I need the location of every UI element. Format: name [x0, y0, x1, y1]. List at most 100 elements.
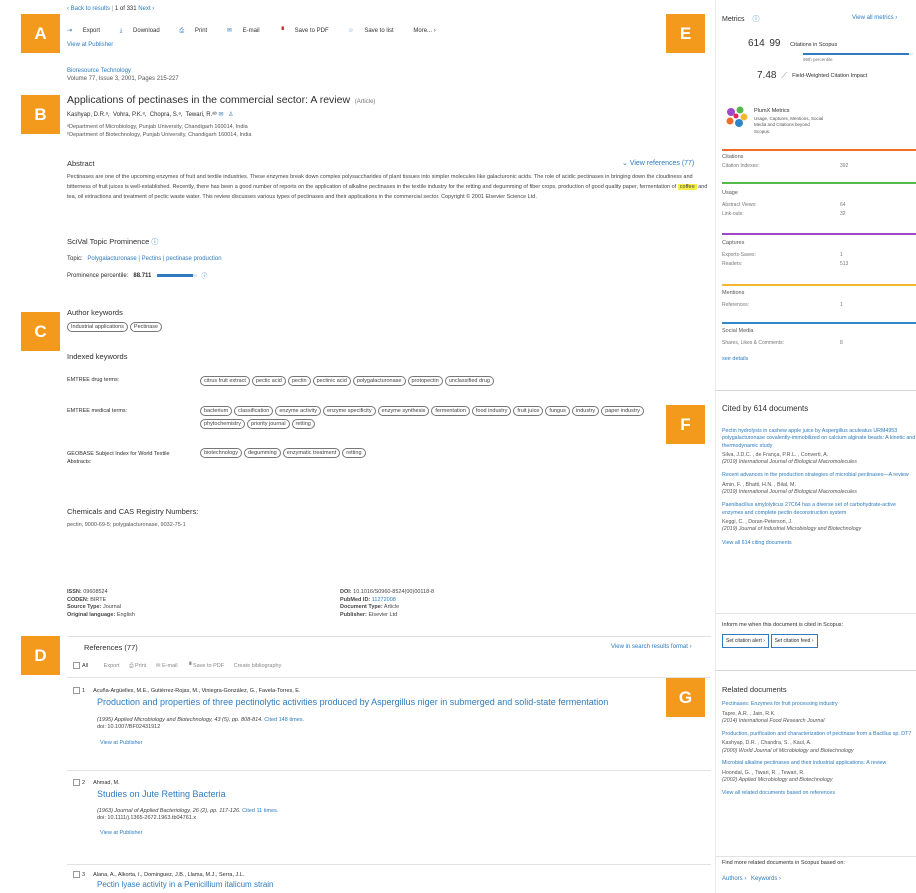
authors-row: Kashyap, D.R.ᵃ, Vohra, P.K.ᵃ, Chopra, S.… — [67, 111, 234, 118]
create-bibliography-button[interactable]: Create bibliography — [234, 663, 282, 669]
keyword-tag[interactable]: polygalacturonase — [352, 376, 406, 386]
keyword-tag[interactable]: fermentation — [431, 406, 470, 416]
keyword-tag[interactable]: enzymatic treatment — [282, 448, 341, 458]
citing-doc-title[interactable]: Recent advances in the production strate… — [722, 472, 916, 479]
see-details-link[interactable]: see details — [722, 356, 748, 362]
pubmed-link[interactable]: 11272008 — [372, 597, 396, 603]
reference-doi: doi: 10.1111/j.1365-2672.1963.tb04761.x — [97, 815, 197, 821]
divider — [716, 670, 916, 671]
info-icon[interactable]: ⓘ — [201, 271, 207, 280]
print-icon: ⎙ — [129, 662, 134, 669]
citing-doc-title[interactable]: Pectin hydrolysis in cashew apple juice … — [722, 428, 916, 450]
divider — [67, 770, 711, 771]
reference-checkbox[interactable] — [73, 871, 80, 878]
keyword-tag[interactable]: food industry — [471, 406, 512, 416]
set-citation-feed-button[interactable]: Set citation feed › — [770, 634, 818, 648]
related-doc-title[interactable]: Production, purification and characteriz… — [722, 731, 916, 739]
ref-pdf-button[interactable]: ▝ Save to PDF — [187, 663, 224, 669]
keyword-tag[interactable]: classification — [234, 406, 274, 416]
keyword-tag[interactable]: industry — [571, 406, 600, 416]
keywords-link[interactable]: Keywords › — [751, 876, 781, 882]
set-citation-alert-button[interactable]: Set citation alert › — [722, 634, 769, 648]
keyword-tag[interactable]: Pectinase — [129, 322, 163, 332]
view-all-related-link[interactable]: View all related documents based on refe… — [722, 790, 916, 798]
view-all-citing-link[interactable]: View all 614 citing documents — [722, 540, 916, 547]
keyword-tag[interactable]: pectin — [287, 376, 311, 386]
more-button[interactable]: More... › — [413, 28, 435, 34]
keyword-tag[interactable]: bacterium — [200, 406, 233, 416]
keyword-tag[interactable]: retting — [291, 419, 315, 429]
reference-title[interactable]: Pectin lyase activity in a Penicillium i… — [97, 880, 713, 889]
annotation-label-d: D — [21, 636, 60, 675]
view-at-publisher-link[interactable]: View at Publisher — [100, 740, 713, 746]
document-toolbar: ⇥ Export ⤓ Download ⎙ Print ✉ E-mail ▝ S… — [67, 27, 445, 35]
authors-link[interactable]: Authors › — [722, 876, 746, 882]
view-references-link[interactable]: ⌄ View references (77) — [622, 159, 694, 167]
save-to-list-button[interactable]: ☆ Save to list — [348, 27, 402, 34]
fwci-row: 7.48 ⟋ Field-Weighted Citation Impact — [757, 70, 867, 81]
citing-doc-authors: Amin, F. , Bhatti, H.N. , Bilal, M. — [722, 481, 796, 488]
select-all-checkbox[interactable] — [73, 662, 80, 669]
annotation-label-e: E — [666, 14, 705, 53]
annotation-label-b: B — [21, 95, 60, 134]
download-button[interactable]: ⤓ Download — [120, 28, 169, 35]
topic-link[interactable]: Polygalacturonase | Pectins | pectinase … — [87, 256, 221, 262]
keyword-tag[interactable]: pectic acid — [251, 376, 286, 386]
email-button[interactable]: ✉ E-mail — [227, 27, 269, 34]
abstract-heading: Abstract — [67, 159, 95, 168]
view-search-results-link[interactable]: View in search results format › — [611, 644, 692, 650]
email-icon[interactable]: ✉ — [218, 112, 223, 118]
metric-group-usage: Usage Abstract Views: 64 Link-outs: 32 — [722, 182, 916, 217]
keyword-tag[interactable]: unclassified drug — [444, 376, 494, 386]
reference-title[interactable]: Studies on Jute Retting Bacteria — [97, 789, 713, 799]
view-at-publisher-link[interactable]: View at Publisher — [100, 830, 713, 836]
emtree-drug-label: EMTREE drug terms: — [67, 377, 120, 383]
keyword-tag[interactable]: priority journal — [247, 419, 290, 429]
divider — [716, 856, 916, 857]
author-name[interactable]: Kashyap, D.R.ᵃ, — [67, 112, 110, 118]
save-pdf-button[interactable]: ▝ Save to PDF — [279, 27, 337, 34]
keyword-tag[interactable]: enzyme specificity — [322, 406, 376, 416]
reference-checkbox[interactable] — [73, 687, 80, 694]
keyword-tag[interactable]: fungus — [545, 406, 570, 416]
reference-checkbox[interactable] — [73, 779, 80, 786]
keyword-tag[interactable]: pectinic acid — [312, 376, 351, 386]
author-name[interactable]: Tewari, R.ᵃᵇ — [186, 112, 217, 118]
export-button[interactable]: ⇥ Export — [67, 27, 109, 34]
keyword-tag[interactable]: degumming — [243, 448, 281, 458]
keyword-tag[interactable]: Industrial applications — [67, 322, 128, 332]
keyword-tag[interactable]: protopectin — [407, 376, 443, 386]
keyword-tag[interactable]: retting — [342, 448, 366, 458]
inform-me-text: Inform me when this document is cited in… — [722, 622, 844, 628]
citing-doc-title[interactable]: Paenibacillus amylolyticus 27C64 has a d… — [722, 502, 916, 517]
keyword-tag[interactable]: citrus fruit extract — [200, 376, 250, 386]
keyword-tag[interactable]: enzyme synthesis — [377, 406, 430, 416]
reference-item: 2 Ahmad, M. Studies on Jute Retting Bacte… — [73, 779, 713, 836]
ref-export-button[interactable]: Export — [104, 663, 120, 669]
reference-title[interactable]: Production and properties of three pecti… — [97, 697, 713, 707]
related-doc-title[interactable]: Pectinases: Enzymes for fruit processing… — [722, 701, 916, 709]
ref-print-button[interactable]: ⎙ Print — [129, 663, 146, 669]
view-at-publisher-link[interactable]: View at Publisher — [67, 42, 113, 48]
journal-link[interactable]: Bioresource Technology — [67, 68, 131, 74]
info-icon[interactable]: ⓘ — [753, 16, 760, 23]
author-name[interactable]: Chopra, S.ᵃ, — [150, 112, 183, 118]
keyword-tag[interactable]: phytochemistry — [200, 419, 245, 429]
related-doc-title[interactable]: Microbial alkaline pectinases and their … — [722, 760, 916, 768]
next-link[interactable]: Next › — [138, 6, 154, 12]
cited-times-link[interactable]: Cited 148 times. — [264, 717, 304, 723]
back-to-results-link[interactable]: ‹ Back to results — [67, 6, 110, 12]
author-name[interactable]: Vohra, P.K.ᵃ, — [113, 112, 146, 118]
keyword-tag[interactable]: biotechnology — [200, 448, 242, 458]
geobase-terms: biotechnology degumming enzymatic treatmen… — [200, 448, 660, 461]
keyword-tag[interactable]: enzyme activity — [275, 406, 321, 416]
keyword-tag[interactable]: fruit juice — [513, 406, 544, 416]
keyword-tag[interactable]: paper industry — [601, 406, 645, 416]
find-more-text: Find more related documents in Scopus ba… — [722, 860, 845, 866]
person-icon[interactable]: ♙ — [228, 112, 233, 118]
ref-email-button[interactable]: ✉ E-mail — [156, 663, 178, 669]
print-button[interactable]: ⎙ Print — [179, 28, 216, 35]
view-all-metrics-link[interactable]: View all metrics › — [852, 15, 897, 21]
info-icon[interactable]: ⓘ — [151, 239, 158, 246]
cited-times-link[interactable]: Cited 11 times. — [242, 808, 278, 814]
